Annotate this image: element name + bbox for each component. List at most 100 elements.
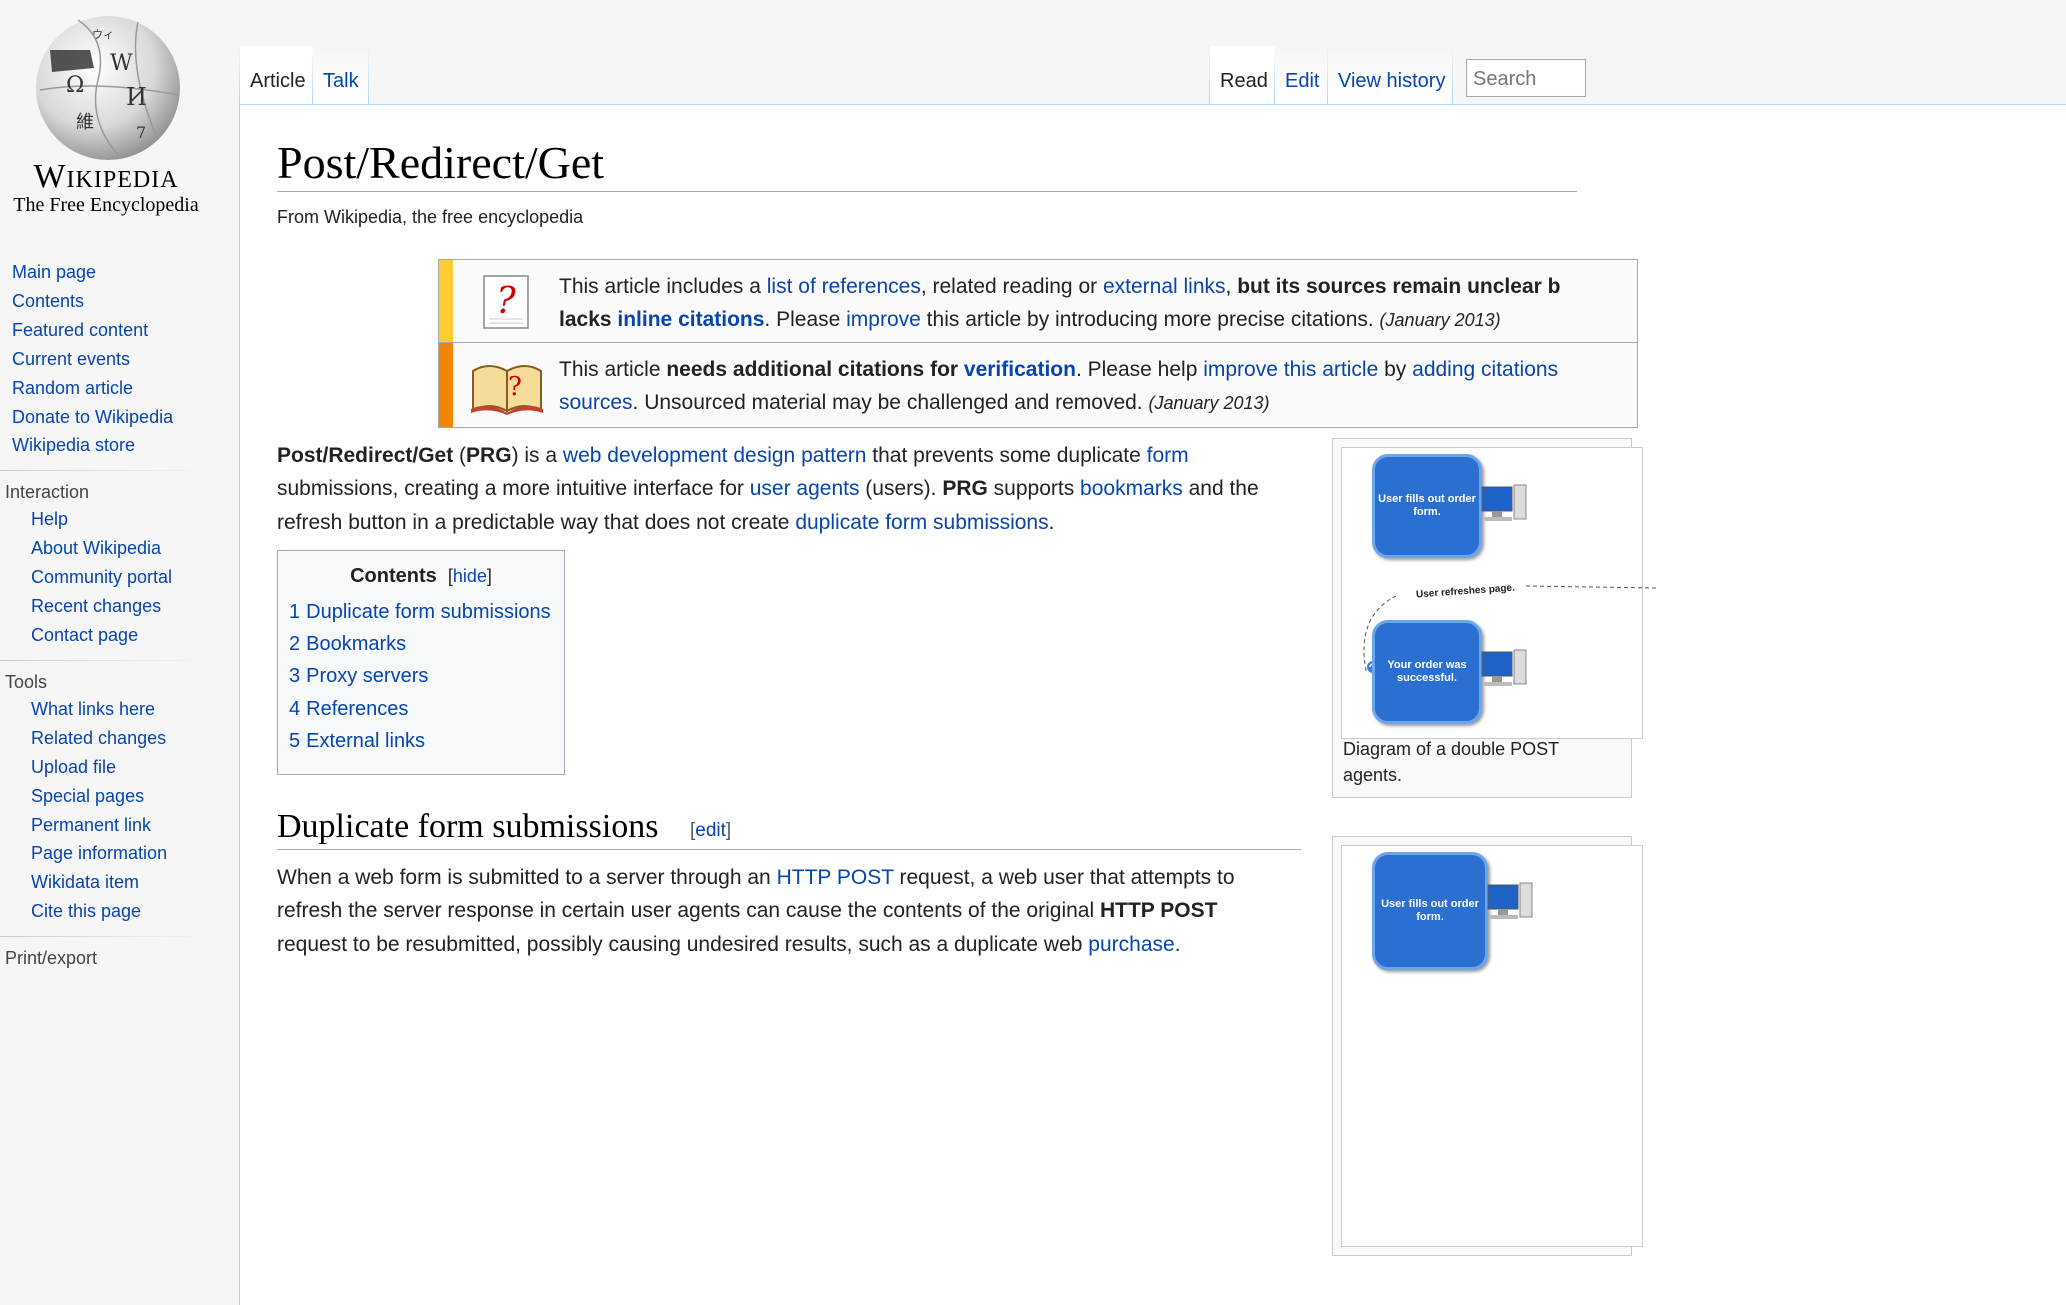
improve-this-article-link[interactable]: improve this article (1203, 358, 1378, 381)
sidebar-link-contact-page[interactable]: Contact page (0, 621, 236, 650)
notice-bold-text: needs additional citations for (666, 358, 964, 381)
verification-link[interactable]: verification (964, 358, 1076, 381)
sidebar-heading-interaction[interactable]: Interaction (0, 479, 236, 505)
tab-read[interactable]: Read (1210, 46, 1278, 104)
notice-style-bar (439, 260, 453, 342)
sidebar-link-cite-this-page[interactable]: Cite this page (0, 897, 236, 926)
tagline: The Free Encyclopedia (13, 194, 199, 216)
notice-text: . Please (764, 308, 847, 331)
notice-date: (January 2013) (1379, 310, 1501, 330)
tab-talk[interactable]: Talk (313, 46, 369, 104)
body-text: refresh button in a predictable way that… (277, 511, 796, 534)
toc-item[interactable]: 1 Duplicate form submissions (289, 601, 551, 624)
tab-article[interactable]: Article (240, 46, 316, 104)
sidebar-link-community-portal[interactable]: Community portal (0, 563, 236, 592)
sidebar-heading-print-export[interactable]: Print/export (0, 945, 236, 971)
search-input[interactable]: Search (1466, 59, 1586, 97)
tab-separator (368, 46, 369, 104)
toc-label: Duplicate form submissions (306, 601, 551, 623)
toc-item[interactable]: 2 Bookmarks (289, 633, 406, 656)
sidebar-link-main-page[interactable]: Main page (0, 258, 236, 287)
puzzle-globe-icon: Ω W И 維 7 ウィ (36, 16, 180, 160)
toc-number: 1 (289, 601, 301, 623)
sidebar-link-current-events[interactable]: Current events (0, 345, 236, 374)
citations-needed-notice: ? This article needs additional citation… (438, 342, 1638, 428)
section-underline (277, 849, 1301, 850)
tab-view-history[interactable]: View history (1328, 46, 1456, 104)
user-agents-link[interactable]: user agents (750, 477, 860, 500)
sidebar-link-wikidata-item[interactable]: Wikidata item (0, 868, 236, 897)
body-text: ) is a (511, 444, 563, 467)
sidebar-link-what-links-here[interactable]: What links here (0, 695, 236, 724)
sidebar-link-page-information[interactable]: Page information (0, 839, 236, 868)
diagram-image[interactable]: User fills out order form. (1341, 845, 1643, 1247)
notice-line: lacks inline citations. Please improve t… (559, 303, 1501, 337)
sidebar-link-special-pages[interactable]: Special pages (0, 782, 236, 811)
sidebar-heading-tools[interactable]: Tools (0, 669, 236, 695)
computer-icon (1487, 882, 1533, 919)
notice-content-bar (439, 343, 453, 427)
improve-link[interactable]: improve (846, 308, 921, 331)
svg-text:W: W (110, 51, 133, 76)
sidebar-link-related-changes[interactable]: Related changes (0, 724, 236, 753)
toc-hide-link[interactable]: hide (453, 566, 487, 586)
toc-hide-toggle[interactable]: [hide] (448, 566, 492, 586)
page-title: Post/Redirect/Get (277, 137, 605, 188)
diagram-box-fill-form: User fills out order form. (1372, 454, 1482, 558)
svg-text:?: ? (508, 372, 522, 402)
notice-text: this article by introducing more precise… (920, 308, 1380, 331)
sidebar-link-store[interactable]: Wikipedia store (0, 431, 236, 460)
form-link[interactable]: form (1147, 444, 1189, 467)
tab-edit[interactable]: Edit (1275, 46, 1330, 104)
figure-caption: Diagram of a double POST (1343, 739, 1560, 759)
sidebar-navigation: Main page Contents Featured content Curr… (0, 258, 236, 460)
toc-item[interactable]: 3 Proxy servers (289, 665, 428, 688)
sidebar-divider (0, 470, 210, 472)
toc-number: 2 (289, 633, 301, 655)
body-text: . (1048, 511, 1055, 534)
body-text: request to be resubmitted, possibly caus… (277, 933, 1089, 956)
body-text: submissions, creating a more intuitive i… (277, 477, 750, 500)
purchase-link[interactable]: purchase (1088, 933, 1174, 956)
section-edit-link[interactable]: edit (695, 820, 726, 841)
web-development-design-pattern-link[interactable]: web development design pattern (563, 444, 867, 467)
adding-citations-link[interactable]: adding citations (1412, 358, 1558, 381)
toc-number: 4 (289, 698, 301, 720)
section-edit: [edit] (690, 820, 732, 841)
title-underline (277, 191, 1577, 192)
sidebar-link-recent-changes[interactable]: Recent changes (0, 592, 236, 621)
notice-text: This article includes a (559, 275, 767, 298)
toc-number: 5 (289, 730, 301, 752)
bookmarks-link[interactable]: bookmarks (1080, 477, 1183, 500)
notice-text: This article (559, 358, 667, 381)
toc-item[interactable]: 4 References (289, 698, 408, 721)
notice-bold-text: but its sources remain unclear b (1237, 275, 1561, 298)
inline-citations-link[interactable]: inline citations (617, 308, 764, 331)
sidebar-link-permanent-link[interactable]: Permanent link (0, 811, 236, 840)
notice-line: This article includes a list of referenc… (559, 270, 1560, 303)
sidebar-divider (0, 659, 210, 661)
sources-link[interactable]: sources (559, 391, 633, 414)
sidebar-link-contents[interactable]: Contents (0, 287, 236, 316)
intro-line: submissions, creating a more intuitive i… (277, 472, 1259, 506)
external-links-link[interactable]: external links (1103, 275, 1226, 298)
sidebar-link-random-article[interactable]: Random article (0, 374, 236, 403)
http-post-link[interactable]: HTTP POST (777, 866, 894, 889)
duplicate-form-submissions-link[interactable]: duplicate form submissions (795, 511, 1048, 534)
diagram-image[interactable]: User fills out order form. User refreshe… (1341, 447, 1656, 739)
sidebar-link-upload-file[interactable]: Upload file (0, 753, 236, 782)
notice-text: , (1225, 275, 1238, 298)
body-text: that prevents some duplicate (866, 444, 1147, 467)
diagram-figure: User fills out order form. (1332, 836, 1643, 1256)
sidebar-link-featured-content[interactable]: Featured content (0, 316, 236, 345)
list-of-references-link[interactable]: list of references (767, 275, 921, 298)
toc-header: Contents [hide] (278, 565, 564, 588)
toc-label: External links (306, 730, 426, 752)
sidebar-link-about[interactable]: About Wikipedia (0, 534, 236, 563)
computer-icon (1481, 484, 1527, 521)
toc-item[interactable]: 5 External links (289, 730, 425, 753)
notice-line: This article needs additional citations … (559, 353, 1558, 386)
sidebar-link-donate[interactable]: Donate to Wikipedia (0, 403, 236, 432)
sidebar-link-help[interactable]: Help (0, 505, 236, 534)
sidebar-divider (0, 936, 210, 938)
